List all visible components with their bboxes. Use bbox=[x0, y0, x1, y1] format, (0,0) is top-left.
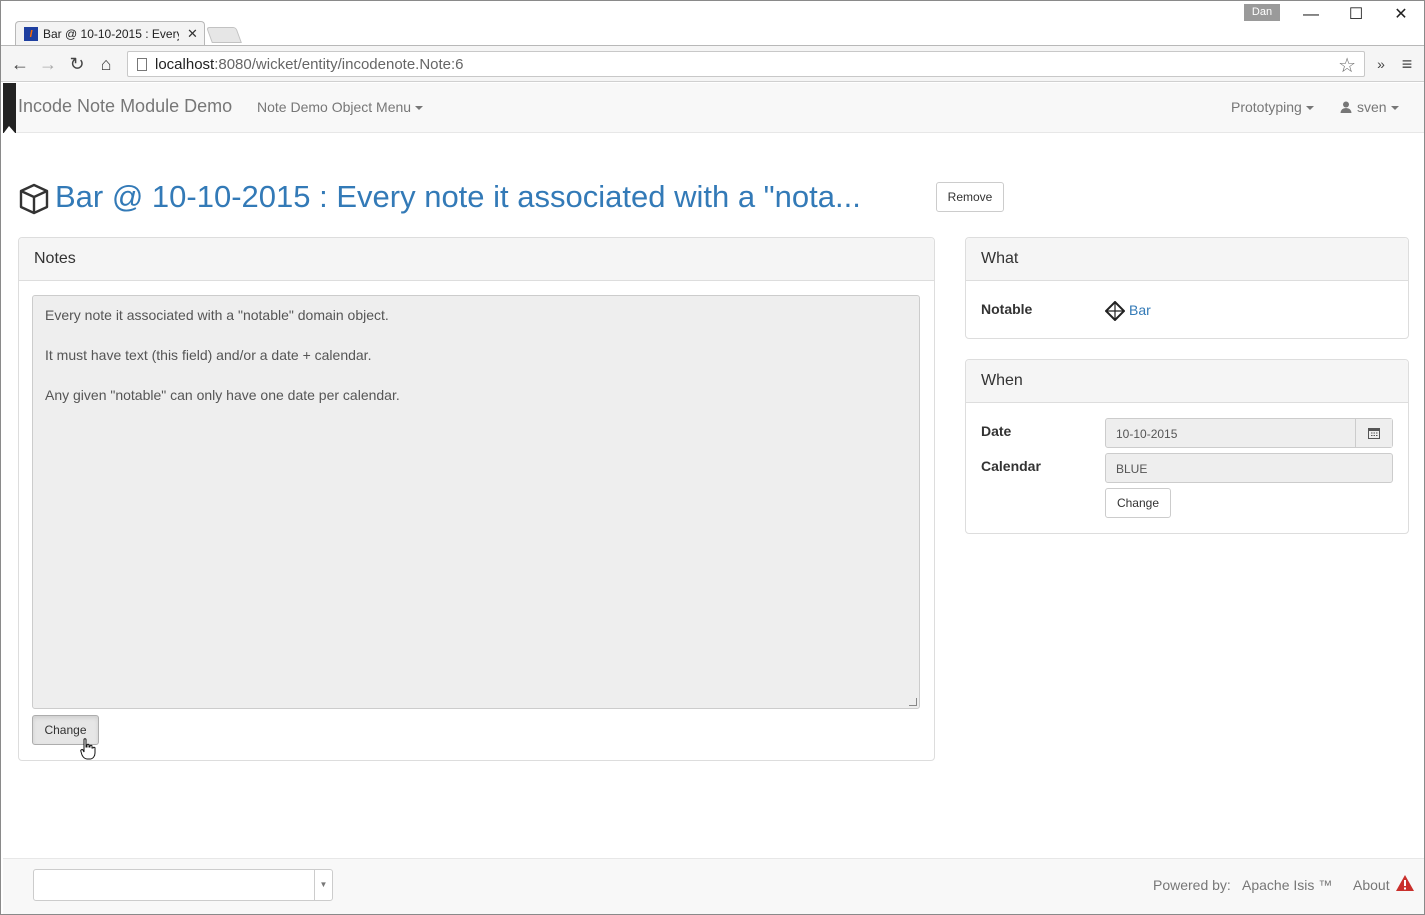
back-icon[interactable]: ← bbox=[8, 52, 32, 76]
chevron-down-icon[interactable]: ▼ bbox=[314, 870, 332, 900]
cube-icon bbox=[19, 183, 49, 215]
notes-line: It must have text (this field) and/or a … bbox=[45, 347, 372, 363]
caret-down-icon bbox=[415, 106, 424, 111]
app-favicon-icon: I bbox=[24, 27, 38, 41]
footer-select[interactable]: ▼ bbox=[33, 869, 333, 901]
extensions-overflow-icon[interactable]: » bbox=[1369, 52, 1393, 76]
date-value: 10-10-2015 bbox=[1116, 427, 1178, 441]
address-bar[interactable]: localhost:8080/wicket/entity/incodenote.… bbox=[127, 51, 1365, 77]
home-icon[interactable]: ⌂ bbox=[94, 52, 118, 76]
when-panel: When Date 10-10-2015 Calendar BLUE Chang… bbox=[965, 359, 1409, 534]
tab-close-icon[interactable]: ✕ bbox=[187, 26, 198, 42]
minimize-icon[interactable]: — bbox=[1301, 5, 1321, 25]
page-title: Bar @ 10-10-2015 : Every note it associa… bbox=[55, 179, 861, 214]
warning-icon[interactable] bbox=[1395, 874, 1415, 892]
prototyping-menu[interactable]: Prototyping bbox=[1231, 99, 1314, 115]
footer: ▼ Powered by: Apache Isis ™ About bbox=[3, 858, 1424, 914]
user-icon bbox=[1340, 101, 1352, 113]
new-tab-button[interactable] bbox=[206, 27, 242, 43]
note-demo-object-menu[interactable]: Note Demo Object Menu bbox=[257, 99, 424, 115]
user-menu[interactable]: sven bbox=[1340, 99, 1399, 115]
date-field[interactable]: 10-10-2015 bbox=[1105, 418, 1393, 448]
app-navbar: Incode Note Module Demo Note Demo Object… bbox=[3, 83, 1424, 134]
date-label: Date bbox=[981, 423, 1012, 439]
calendar-field[interactable]: BLUE bbox=[1105, 453, 1393, 483]
url-text: localhost:8080/wicket/entity/incodenote.… bbox=[155, 55, 464, 73]
forward-icon[interactable]: → bbox=[36, 52, 60, 76]
notable-label: Notable bbox=[981, 301, 1033, 317]
when-panel-heading: When bbox=[966, 360, 1408, 403]
remove-button[interactable]: Remove bbox=[936, 182, 1004, 212]
what-panel-heading: What bbox=[966, 238, 1408, 281]
hand-cursor-icon bbox=[80, 738, 96, 760]
resize-handle-icon[interactable] bbox=[909, 698, 917, 706]
caret-down-icon bbox=[1390, 106, 1399, 111]
about-link[interactable]: About bbox=[1353, 877, 1390, 893]
apache-isis-link[interactable]: Apache Isis ™ bbox=[1242, 877, 1332, 893]
close-window-icon[interactable]: ✕ bbox=[1391, 5, 1411, 25]
diamond-icon bbox=[1105, 301, 1125, 321]
browser-user-badge[interactable]: Dan bbox=[1244, 4, 1280, 21]
what-panel: What Notable Bar bbox=[965, 237, 1409, 339]
app-brand[interactable]: Incode Note Module Demo bbox=[18, 96, 232, 117]
notable-link[interactable]: Bar bbox=[1129, 302, 1151, 318]
notes-line: Every note it associated with a "notable… bbox=[45, 307, 389, 323]
calendar-icon[interactable] bbox=[1355, 419, 1392, 447]
calendar-label: Calendar bbox=[981, 458, 1041, 474]
powered-by-label: Powered by: bbox=[1153, 877, 1231, 893]
notes-line: Any given "notable" can only have one da… bbox=[45, 387, 400, 403]
notes-textarea[interactable]: Every note it associated with a "notable… bbox=[32, 295, 920, 709]
browser-tabstrip: I Bar @ 10-10-2015 : Every ✕ Dan — ☐ ✕ bbox=[1, 1, 1424, 46]
menu-icon[interactable]: ≡ bbox=[1395, 52, 1419, 76]
caret-down-icon bbox=[1305, 106, 1314, 111]
tab-title: Bar @ 10-10-2015 : Every bbox=[43, 27, 179, 41]
bookmark-ribbon-icon[interactable] bbox=[3, 83, 16, 134]
notes-panel-heading: Notes bbox=[19, 238, 934, 281]
reload-icon[interactable]: ↻ bbox=[65, 52, 89, 76]
page-icon bbox=[137, 57, 147, 71]
browser-tab[interactable]: I Bar @ 10-10-2015 : Every ✕ bbox=[15, 21, 205, 46]
when-change-button[interactable]: Change bbox=[1105, 488, 1171, 518]
bookmark-star-icon[interactable]: ☆ bbox=[1338, 53, 1356, 78]
browser-toolbar: ← → ↻ ⌂ localhost:8080/wicket/entity/inc… bbox=[1, 45, 1424, 82]
maximize-icon[interactable]: ☐ bbox=[1346, 5, 1366, 25]
notes-panel: Notes Every note it associated with a "n… bbox=[18, 237, 935, 761]
